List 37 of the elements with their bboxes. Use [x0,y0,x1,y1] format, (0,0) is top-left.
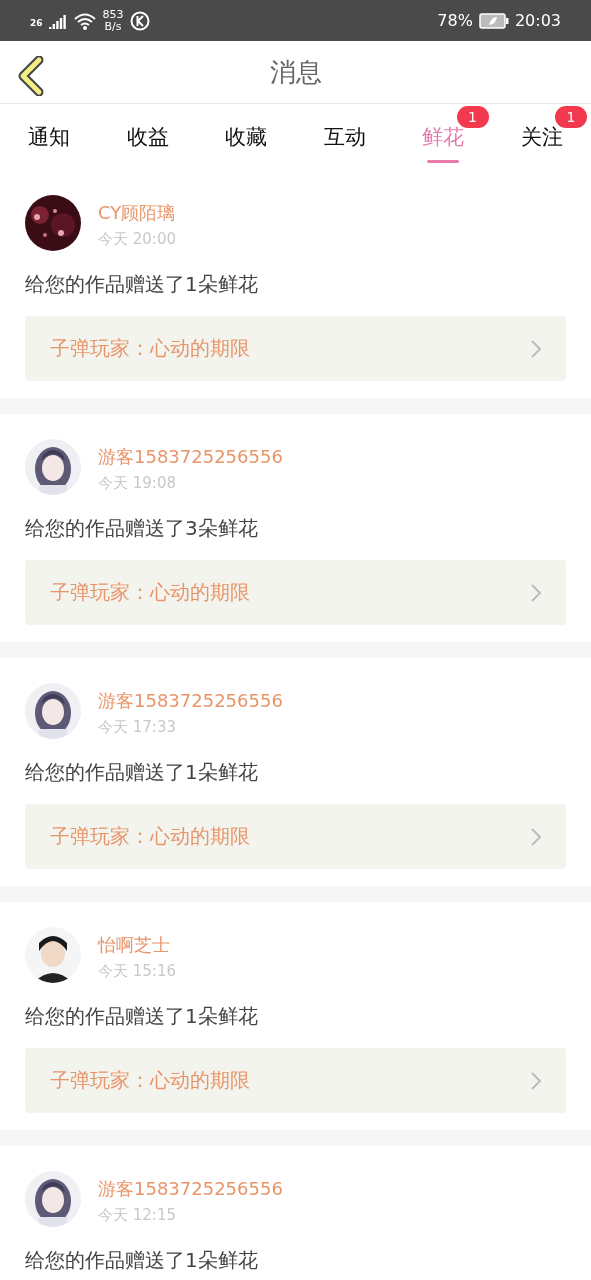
user-name[interactable]: CY顾陌璃 [98,201,176,225]
count-badge: 1 [555,106,587,128]
user-name[interactable]: 游客1583725256556 [98,445,283,469]
work-link[interactable]: 子弹玩家：心动的期限 [25,560,566,625]
wifi-icon [72,11,97,30]
user-name[interactable]: 游客1583725256556 [98,1177,283,1201]
signal-icon [48,12,67,29]
count-badge: 1 [456,106,489,128]
tab[interactable]: 通知 [0,104,99,170]
work-link[interactable]: 子弹玩家：心动的期限 [25,804,566,869]
user-name[interactable]: 怡啊芝士 [98,933,176,957]
chevron-right-icon [530,582,542,603]
clock: 20:03 [514,11,561,30]
user-name[interactable]: 游客1583725256556 [98,689,283,713]
message-text: 给您的作品赠送了1朵鲜花 [25,1003,259,1030]
battery-icon [478,12,509,29]
chevron-right-icon [530,338,542,359]
message-text: 给您的作品赠送了1朵鲜花 [25,1247,259,1274]
chevron-right-icon [530,1070,542,1091]
tab[interactable]: 收益 [98,104,197,170]
tab-underline [427,160,460,163]
work-link[interactable]: 子弹玩家：心动的期限 [25,1048,566,1113]
chevron-right-icon [530,826,542,847]
tab[interactable]: 收藏 [197,104,296,170]
k-circle-icon [129,10,150,31]
speed-unit: B/s [104,20,122,33]
tab[interactable]: 关注 1 [492,104,591,170]
work-link[interactable]: 子弹玩家：心动的期限 [25,316,566,381]
battery-percent: 78% [437,11,473,30]
message-text: 给您的作品赠送了1朵鲜花 [25,271,259,298]
tab[interactable]: 互动 [295,104,394,170]
page-title: 消息 [269,55,322,89]
network-speed: 853 [102,8,124,21]
network-type: 26 [30,17,43,28]
tab[interactable]: 鲜花 1 [394,104,493,170]
message-text: 给您的作品赠送了3朵鲜花 [25,515,259,542]
message-text: 给您的作品赠送了1朵鲜花 [25,759,259,786]
